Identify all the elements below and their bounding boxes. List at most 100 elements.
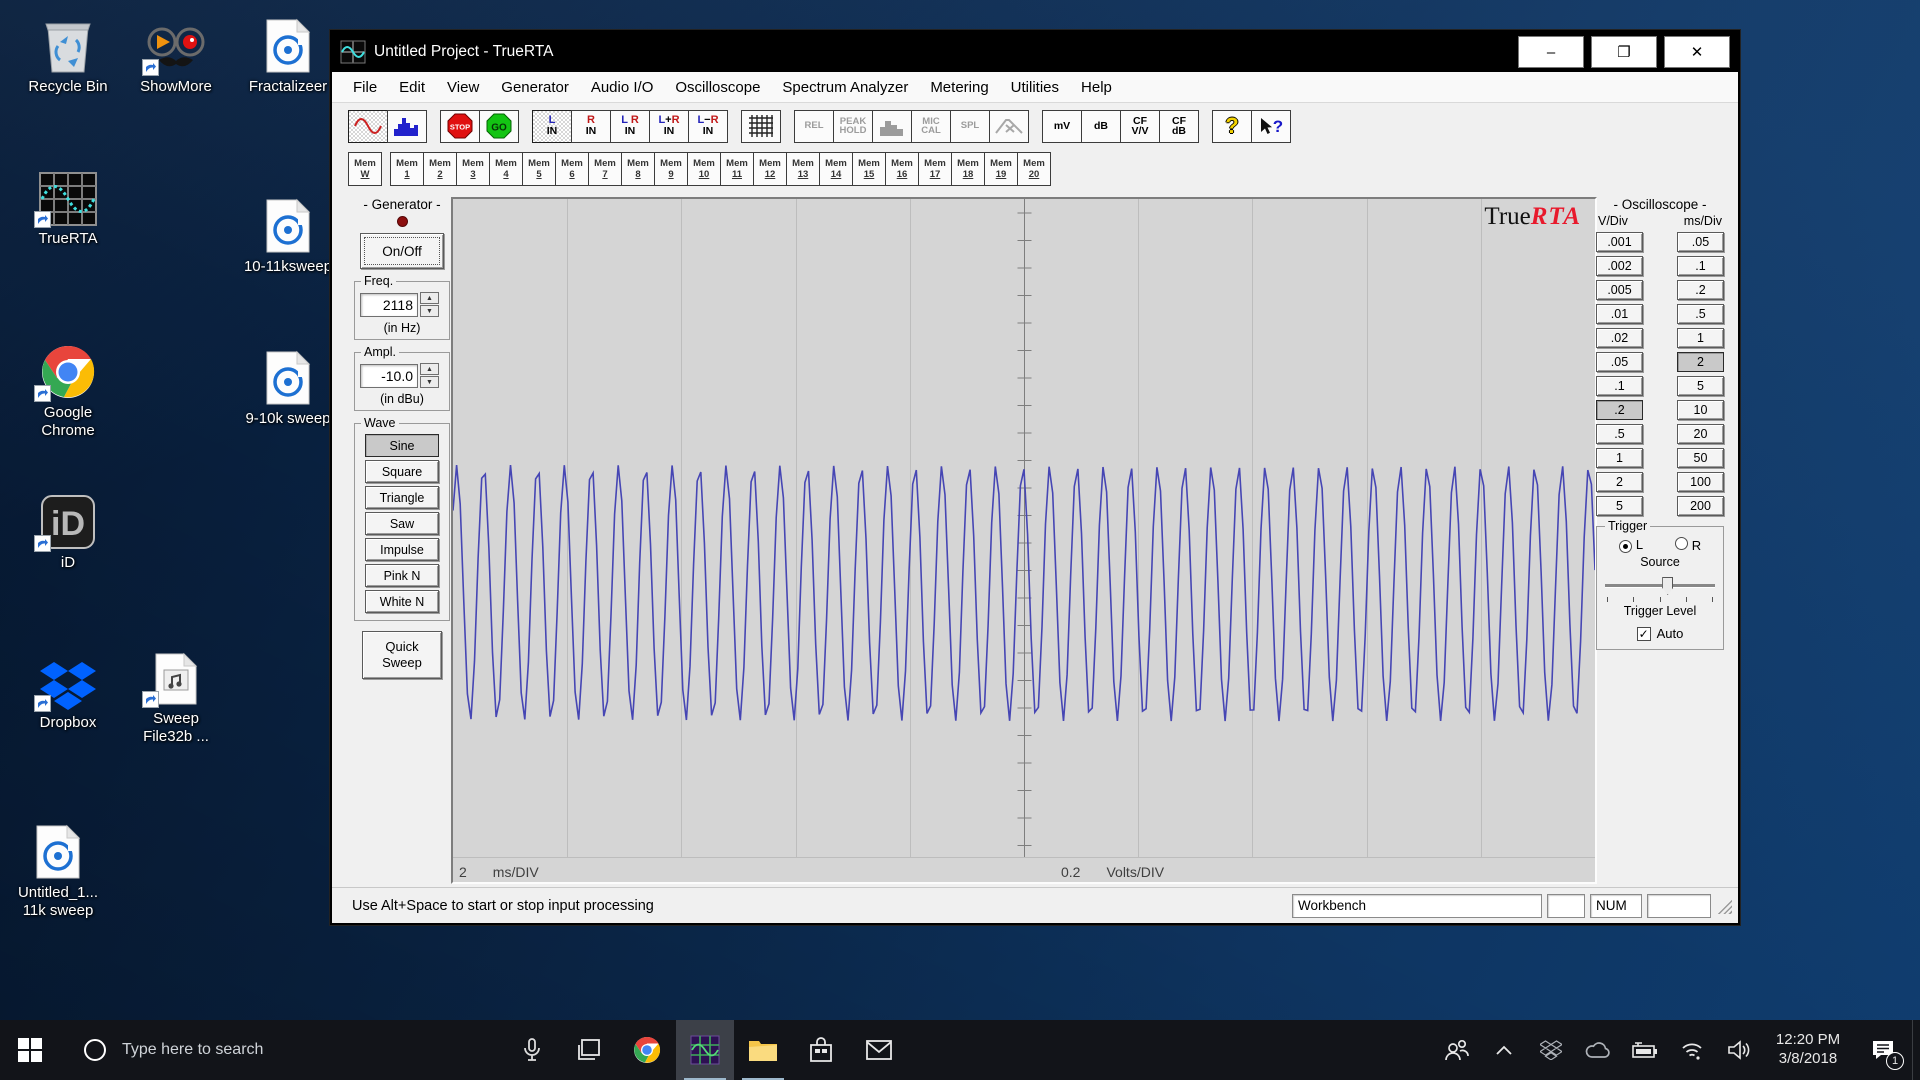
memory-button-16[interactable]: Mem 16 [885,152,919,186]
start-button[interactable] [0,1020,60,1080]
taskbar-truerta[interactable] [676,1020,734,1080]
menu-oscilloscope[interactable]: Oscilloscope [664,72,771,102]
amplitude-down-button[interactable]: ▼ [420,376,439,388]
tray-dropbox[interactable] [1527,1020,1574,1080]
menu-generator[interactable]: Generator [490,72,580,102]
frequency-up-button[interactable]: ▲ [420,292,439,304]
menu-utilities[interactable]: Utilities [1000,72,1070,102]
vdiv-button-p05[interactable]: .05 [1596,352,1643,372]
vdiv-button-5[interactable]: 5 [1596,496,1643,516]
menu-view[interactable]: View [436,72,490,102]
vdiv-button-1[interactable]: 1 [1596,448,1643,468]
menu-edit[interactable]: Edit [388,72,436,102]
msdiv-button-p2[interactable]: .2 [1677,280,1724,300]
frequency-input[interactable]: 2118 [360,292,418,317]
amplitude-input[interactable]: -10.0 [360,363,418,388]
wave-button-pink-n[interactable]: Pink N [365,564,439,587]
memory-button-2[interactable]: Mem 2 [423,152,457,186]
desktop-icon-google-chrome[interactable]: Google Chrome [20,342,116,439]
vdiv-button-p001[interactable]: .001 [1596,232,1643,252]
show-desktop-button[interactable] [1912,1020,1920,1080]
vdiv-button-p02[interactable]: .02 [1596,328,1643,348]
memory-button-17[interactable]: Mem 17 [918,152,952,186]
bars-button[interactable] [872,109,912,143]
wave-button-saw[interactable]: Saw [365,512,439,535]
desktop-icon-9-10k-sweep[interactable]: 9-10k sweep [240,348,336,428]
memory-button-5[interactable]: Mem 5 [522,152,556,186]
mic-cal-button[interactable]: MIC CAL [911,109,951,143]
msdiv-button-50[interactable]: 50 [1677,448,1724,468]
x-curve-button[interactable] [989,109,1029,143]
desktop-icon-dropbox[interactable]: Dropbox [20,652,116,732]
desktop-icon-truerta[interactable]: TrueRTA [20,168,116,248]
taskbar-search[interactable]: Type here to search [60,1020,560,1080]
amplitude-up-button[interactable]: ▲ [420,363,439,375]
msdiv-button-2[interactable]: 2 [1677,352,1724,372]
vdiv-button-p2[interactable]: .2 [1596,400,1643,420]
menu-spectrum-analyzer[interactable]: Spectrum Analyzer [771,72,919,102]
trigger-source-left-radio[interactable]: L [1618,537,1643,553]
desktop-icon-fractalizeer[interactable]: Fractalizeer [240,16,336,96]
spectrum-button[interactable] [387,109,427,143]
memory-button-6[interactable]: Mem 6 [555,152,589,186]
memory-button-15[interactable]: Mem 15 [852,152,886,186]
grid-button[interactable] [741,109,781,143]
taskbar-file-explorer[interactable] [734,1020,792,1080]
msdiv-button-20[interactable]: 20 [1677,424,1724,444]
db-button[interactable]: dB [1081,109,1121,143]
tray-volume[interactable] [1715,1020,1762,1080]
spl-button[interactable]: SPL [950,109,990,143]
tray-chevron-up[interactable] [1480,1020,1527,1080]
desktop-icon-recycle-bin[interactable]: Recycle Bin [20,16,116,96]
memory-button-14[interactable]: Mem 14 [819,152,853,186]
memory-button-18[interactable]: Mem 18 [951,152,985,186]
memory-button-20[interactable]: Mem 20 [1017,152,1051,186]
memory-button-3[interactable]: Mem 3 [456,152,490,186]
memory-button-12[interactable]: Mem 12 [753,152,787,186]
vdiv-button-p1[interactable]: .1 [1596,376,1643,396]
desktop-icon-id[interactable]: iD iD [20,492,116,572]
left-in-button[interactable]: L IN [532,109,572,143]
context-help-button[interactable]: ? [1251,109,1291,143]
slider-thumb[interactable] [1662,577,1674,595]
close-button[interactable]: ✕ [1664,36,1730,68]
help-button[interactable]: ? [1212,109,1252,143]
trigger-source-right-radio[interactable]: R [1674,537,1701,553]
trigger-auto-checkbox[interactable]: ✓ [1636,626,1651,641]
trigger-level-slider[interactable] [1605,575,1715,597]
desktop-icon-10-11ksweep[interactable]: 10-11ksweep [240,196,336,276]
wave-button-white-n[interactable]: White N [365,590,439,613]
msdiv-button-10[interactable]: 10 [1677,400,1724,420]
wave-button-triangle[interactable]: Triangle [365,486,439,509]
vdiv-button-p005[interactable]: .005 [1596,280,1643,300]
go-button[interactable]: GO [479,109,519,143]
rel-button[interactable]: REL [794,109,834,143]
menu-file[interactable]: File [342,72,388,102]
mv-button[interactable]: mV [1042,109,1082,143]
stop-button[interactable]: STOP [440,109,480,143]
menu-audio-i-o[interactable]: Audio I/O [580,72,665,102]
memory-button-7[interactable]: Mem 7 [588,152,622,186]
maximize-button[interactable]: ❐ [1591,36,1657,68]
tray-clock[interactable]: 12:20 PM 3/8/2018 [1762,1020,1854,1080]
msdiv-button-p05[interactable]: .05 [1677,232,1724,252]
peak-hold-button[interactable]: PEAK HOLD [833,109,873,143]
msdiv-button-1[interactable]: 1 [1677,328,1724,348]
right-in-button[interactable]: R IN [571,109,611,143]
task-view-button[interactable] [560,1020,618,1080]
memory-button-9[interactable]: Mem 9 [654,152,688,186]
microphone-icon[interactable] [522,1038,542,1062]
msdiv-button-p1[interactable]: .1 [1677,256,1724,276]
desktop-icon-sweep-file32b[interactable]: Sweep File32b ... [128,648,224,745]
resize-grip[interactable] [1716,897,1732,914]
tray-onedrive[interactable] [1574,1020,1621,1080]
menu-help[interactable]: Help [1070,72,1123,102]
generator-onoff-button[interactable]: On/Off [360,233,444,269]
frequency-down-button[interactable]: ▼ [420,305,439,317]
sine-generator-button[interactable] [348,109,388,143]
memory-button-11[interactable]: Mem 11 [720,152,754,186]
taskbar-mail[interactable] [850,1020,908,1080]
wave-button-square[interactable]: Square [365,460,439,483]
lr-in-button[interactable]: L R IN [610,109,650,143]
memory-button-1[interactable]: Mem 1 [390,152,424,186]
